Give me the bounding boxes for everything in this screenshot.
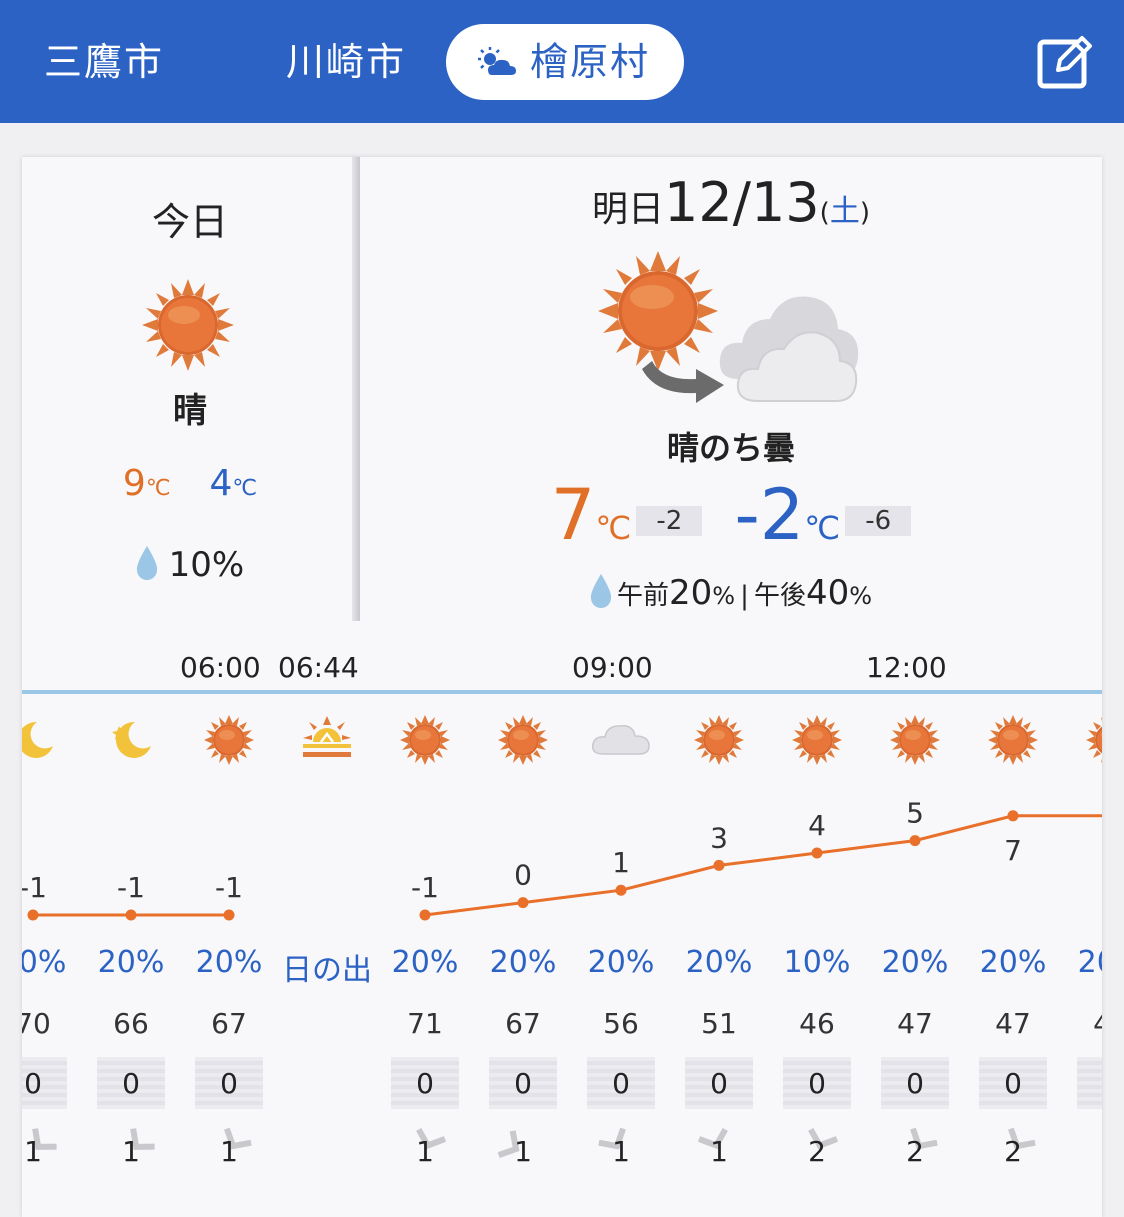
temperature-label: 4 — [808, 809, 826, 842]
edit-icon[interactable] — [1036, 32, 1094, 90]
temperature-point — [615, 884, 627, 896]
temperature-point — [223, 909, 235, 921]
temperature-line-chart: -1-1-1-10134577 — [22, 797, 1102, 921]
temperature-label: 5 — [906, 797, 924, 830]
temperature-point — [125, 909, 137, 921]
temperature-label: 3 — [710, 821, 728, 854]
partly-cloudy-icon — [478, 47, 516, 75]
temperature-point — [811, 847, 823, 859]
temperature-point — [517, 897, 529, 909]
temperature-label: -1 — [215, 871, 243, 904]
tab-hinohara[interactable]: 檜原村 — [446, 24, 685, 100]
temperature-label: -1 — [22, 871, 47, 904]
temperature-point — [419, 909, 431, 921]
temperature-point — [909, 835, 921, 847]
forecast-card: 今日 晴 9℃ 4℃ 10% 明日12/13(土) 晴のち曇 7℃ -2 -2℃… — [22, 157, 1102, 1217]
tab-hinohara-label: 檜原村 — [530, 40, 651, 84]
temperature-point — [27, 909, 39, 921]
temperature-label: 7 — [1004, 834, 1022, 867]
temperature-label: -1 — [117, 871, 145, 904]
temperature-label: 1 — [612, 846, 630, 879]
temperature-point — [713, 859, 725, 871]
temperature-label: -1 — [411, 871, 439, 904]
location-tab-bar: 三鷹市 川崎市 檜原村 — [0, 0, 1124, 123]
tab-mitaka[interactable]: 三鷹市 — [44, 24, 164, 100]
temperature-point — [1007, 810, 1019, 822]
tab-kawasaki[interactable]: 川崎市 — [286, 24, 406, 100]
temperature-label: 0 — [514, 859, 532, 892]
